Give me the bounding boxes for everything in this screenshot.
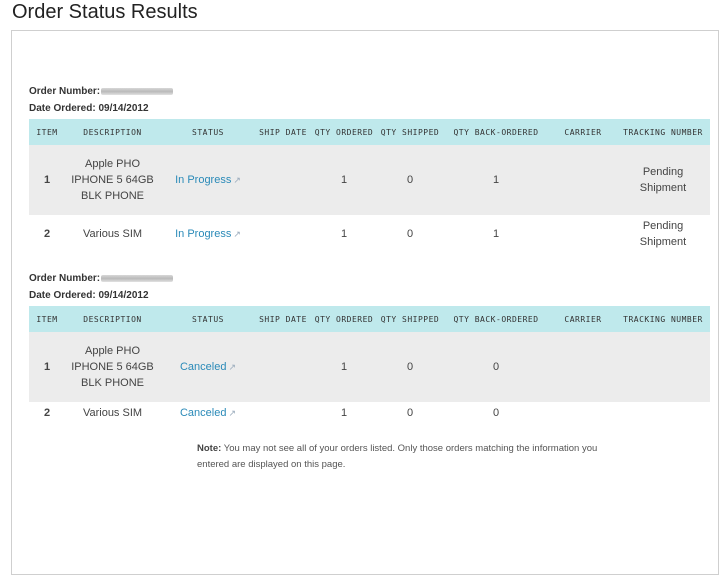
item-number: 1: [29, 332, 65, 402]
item-description: Apple PHO IPHONE 5 64GB BLK PHONE: [65, 332, 160, 402]
column-header-ship-date: SHIP DATE: [256, 119, 310, 145]
column-header-qty-ordered: QTY ORDERED: [310, 306, 378, 332]
status-cell: Canceled ↗: [160, 332, 256, 402]
order-number-label: Order Number:: [29, 86, 101, 97]
item-number: 2: [43, 407, 51, 419]
column-header-carrier: CARRIER: [550, 306, 616, 332]
column-header-status: STATUS: [160, 119, 256, 145]
table-header-row: ITEM DESCRIPTION STATUS SHIP DATE QTY OR…: [29, 119, 710, 145]
qty-ordered: 1: [340, 228, 348, 240]
ship-date: [256, 215, 310, 253]
order-number-label: Order Number:: [29, 273, 101, 284]
order-block: Order Number: Date Ordered: 09/14/2012 I…: [29, 270, 710, 424]
external-link-icon: ↗: [228, 362, 237, 372]
carrier: [550, 332, 616, 402]
column-header-status: STATUS: [160, 306, 256, 332]
qty-shipped: 0: [406, 228, 414, 240]
qty-back-ordered: 0: [442, 332, 550, 402]
status-cell: In Progress ↗: [160, 215, 256, 253]
status-label: Canceled: [179, 407, 227, 419]
column-header-qty-shipped: QTY SHIPPED: [378, 306, 442, 332]
qty-back-ordered: 1: [442, 145, 550, 215]
item-description: Various SIM: [82, 228, 143, 240]
column-header-qty-ordered: QTY ORDERED: [310, 119, 378, 145]
table-row: 1 Apple PHO IPHONE 5 64GB BLK PHONE Canc…: [29, 332, 710, 402]
column-header-carrier: CARRIER: [550, 119, 616, 145]
order-results-panel: Order Number: Date Ordered: 09/14/2012 I…: [11, 30, 719, 575]
column-header-qty-back-ordered: QTY BACK-ORDERED: [442, 306, 550, 332]
qty-back-ordered: 0: [492, 407, 500, 419]
redacted-order-number: [101, 274, 174, 282]
item-description: Various SIM: [82, 407, 143, 419]
column-header-qty-back-ordered: QTY BACK-ORDERED: [442, 119, 550, 145]
column-header-ship-date: SHIP DATE: [256, 306, 310, 332]
column-header-description: DESCRIPTION: [65, 306, 160, 332]
column-header-description: DESCRIPTION: [65, 119, 160, 145]
order-items-table: ITEM DESCRIPTION STATUS SHIP DATE QTY OR…: [29, 306, 710, 424]
qty-shipped: 0: [378, 332, 442, 402]
order-number: Order Number:: [29, 83, 710, 100]
item-number: 1: [29, 145, 65, 215]
table-row: 2 Various SIM Canceled ↗ 1 0 0: [29, 402, 710, 424]
note-body: You may not see all of your orders liste…: [197, 443, 598, 470]
ship-date: [256, 145, 310, 215]
qty-ordered: 1: [340, 407, 348, 419]
external-link-icon: ↗: [228, 408, 237, 418]
column-header-tracking-number: TRACKING NUMBER: [616, 119, 710, 145]
carrier: [550, 145, 616, 215]
table-row: 1 Apple PHO IPHONE 5 64GB BLK PHONE In P…: [29, 145, 710, 215]
page-title: Order Status Results: [12, 1, 198, 23]
tracking-number: Pending Shipment: [616, 145, 710, 215]
status-label: Canceled: [179, 361, 227, 373]
ship-date: [256, 402, 310, 424]
status-label: In Progress: [175, 228, 232, 240]
qty-back-ordered: 1: [492, 228, 500, 240]
column-header-item: ITEM: [29, 119, 65, 145]
column-header-qty-shipped: QTY SHIPPED: [378, 119, 442, 145]
note-text: Note: You may not see all of your orders…: [197, 441, 617, 473]
ship-date: [256, 332, 310, 402]
qty-shipped: 0: [406, 407, 414, 419]
table-row: 2 Various SIM In Progress ↗ 1 0 1 Pending…: [29, 215, 710, 253]
item-description: Apple PHO IPHONE 5 64GB BLK PHONE: [65, 145, 160, 215]
qty-ordered: 1: [310, 332, 378, 402]
order-number: Order Number:: [29, 270, 710, 287]
qty-shipped: 0: [378, 145, 442, 215]
date-ordered: Date Ordered: 09/14/2012: [29, 290, 149, 301]
status-link[interactable]: In Progress ↗: [175, 228, 241, 240]
tracking-number: [616, 332, 710, 402]
column-header-tracking-number: TRACKING NUMBER: [616, 306, 710, 332]
external-link-icon: ↗: [233, 229, 241, 239]
status-cell: Canceled ↗: [160, 402, 256, 424]
date-ordered: Date Ordered: 09/14/2012: [29, 103, 149, 114]
carrier: [550, 215, 616, 253]
order-items-table: ITEM DESCRIPTION STATUS SHIP DATE QTY OR…: [29, 119, 710, 253]
external-link-icon: ↗: [233, 175, 241, 185]
redacted-order-number: [101, 87, 174, 95]
status-cell: In Progress ↗: [160, 145, 256, 215]
column-header-item: ITEM: [29, 306, 65, 332]
tracking-number: Pending Shipment: [639, 220, 687, 248]
tracking-number: [616, 402, 710, 424]
status-link[interactable]: Canceled ↗: [180, 407, 236, 419]
note-label: Note:: [197, 443, 222, 454]
order-block: Order Number: Date Ordered: 09/14/2012 I…: [29, 83, 710, 253]
item-number: 2: [43, 228, 51, 240]
carrier: [550, 402, 616, 424]
status-link[interactable]: Canceled ↗: [180, 361, 236, 373]
status-label: In Progress: [175, 174, 232, 186]
qty-ordered: 1: [310, 145, 378, 215]
table-header-row: ITEM DESCRIPTION STATUS SHIP DATE QTY OR…: [29, 306, 710, 332]
status-link[interactable]: In Progress ↗: [175, 174, 241, 186]
